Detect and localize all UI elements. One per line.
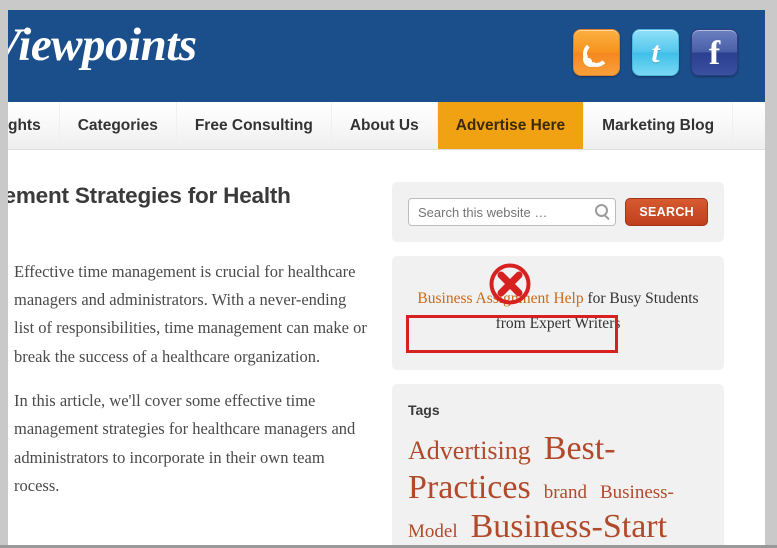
article-body: Effective time management is crucial for… bbox=[14, 258, 368, 501]
tag-cloud: Advertising Best-Practices brand Busines… bbox=[408, 430, 708, 548]
tag-advertising[interactable]: Advertising bbox=[408, 436, 531, 465]
rss-arc-big bbox=[583, 41, 609, 67]
tags-widget: Tags Advertising Best-Practices brand Bu… bbox=[392, 384, 724, 548]
search-widget: SEARCH bbox=[392, 182, 724, 242]
viewport-right-edge bbox=[765, 0, 777, 548]
red-x-annotation bbox=[489, 263, 531, 305]
facebook-f-glyph: f bbox=[708, 34, 721, 72]
nav-item-advertise-here[interactable]: Advertise Here bbox=[437, 102, 585, 149]
website-page: Viewpoints t f ghts Categories Free Cons… bbox=[0, 10, 765, 548]
nav-item-free-consulting[interactable]: Free Consulting bbox=[177, 102, 332, 149]
content-area: gement Strategies for Health s Effective… bbox=[0, 150, 765, 548]
search-icon bbox=[595, 204, 609, 217]
article-media-row: Effective time management is crucial for… bbox=[0, 258, 368, 501]
social-icons: t f bbox=[573, 29, 738, 76]
nav-item-about-us[interactable]: About Us bbox=[332, 102, 438, 149]
site-title: Viewpoints bbox=[0, 19, 197, 71]
twitter-icon[interactable]: t bbox=[632, 29, 679, 76]
nav-item-marketing-blog[interactable]: Marketing Blog bbox=[584, 102, 734, 149]
search-box[interactable] bbox=[408, 198, 617, 226]
tag-brand[interactable]: brand bbox=[544, 482, 587, 503]
facebook-icon[interactable]: f bbox=[691, 29, 738, 76]
article-paragraph-2: In this article, we'll cover some effect… bbox=[14, 391, 356, 496]
tags-widget-title: Tags bbox=[408, 402, 440, 419]
page-title: gement Strategies for Health s bbox=[0, 182, 368, 240]
main-navigation: ghts Categories Free Consulting About Us… bbox=[0, 102, 765, 150]
advertisement-widget: Business Assignment Help for Busy Studen… bbox=[392, 256, 724, 371]
browser-viewport: Viewpoints t f ghts Categories Free Cons… bbox=[0, 0, 777, 548]
main-column: gement Strategies for Health s Effective… bbox=[0, 182, 368, 548]
twitter-bird-glyph: t bbox=[651, 35, 660, 69]
sidebar: SEARCH Business Assignment Help for Busy… bbox=[392, 182, 724, 548]
page-title-line1: gement Strategies for Health bbox=[0, 183, 291, 208]
nav-item-categories[interactable]: Categories bbox=[60, 102, 177, 149]
search-input[interactable] bbox=[418, 204, 590, 220]
nav-item-0[interactable]: ghts bbox=[0, 102, 60, 149]
tag-business-start[interactable]: Business-Start bbox=[471, 508, 667, 545]
search-button[interactable]: SEARCH bbox=[625, 198, 708, 226]
viewport-left-edge bbox=[0, 0, 8, 548]
red-highlight-rectangle bbox=[406, 315, 618, 353]
site-header: Viewpoints t f bbox=[0, 10, 765, 102]
rss-icon[interactable] bbox=[573, 29, 620, 76]
viewport-top-edge bbox=[0, 0, 777, 10]
article-paragraph-1: Effective time management is crucial for… bbox=[14, 261, 367, 366]
